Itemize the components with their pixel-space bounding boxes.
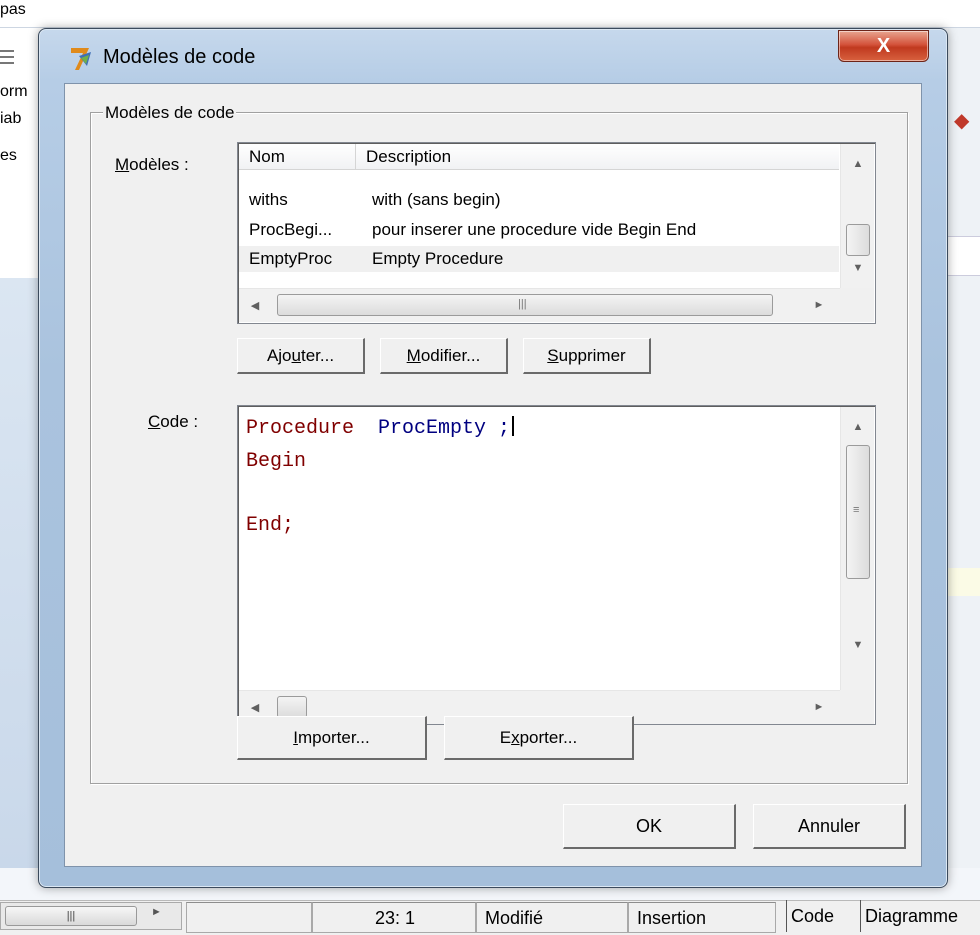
scroll-corner xyxy=(840,690,874,724)
column-header-description[interactable]: Description xyxy=(356,144,839,170)
status-cell-empty xyxy=(186,902,312,933)
ide-left-item[interactable]: es xyxy=(0,147,17,165)
list-vertical-scrollbar[interactable]: ▲ ▼ xyxy=(840,144,874,288)
export-button[interactable]: Exporter... xyxy=(444,716,634,760)
ide-left-item[interactable]: orm xyxy=(0,83,28,101)
dialog-title: Modèles de code xyxy=(103,46,256,68)
ok-button[interactable]: OK xyxy=(563,804,736,849)
ide-right-panel xyxy=(948,28,980,868)
app-logo-icon xyxy=(71,48,91,70)
toolbar-icon[interactable]: ◆ xyxy=(954,108,969,133)
tab-diagram[interactable]: Diagramme xyxy=(860,900,962,932)
modify-button[interactable]: Modifier... xyxy=(380,338,508,374)
item-description: with (sans begin) xyxy=(372,190,501,209)
close-icon: X xyxy=(876,35,891,57)
ide-right-highlight xyxy=(948,568,980,596)
ide-right-field xyxy=(948,236,980,276)
add-button[interactable]: Ajouter... xyxy=(237,338,365,374)
code-label: Code : xyxy=(148,412,199,431)
list-horizontal-scrollbar[interactable]: ◀ ||| ► xyxy=(239,288,840,322)
scroll-right-arrow-icon[interactable]: ► xyxy=(809,299,829,311)
scroll-thumb[interactable] xyxy=(277,696,307,718)
scroll-right-arrow-icon[interactable]: ► xyxy=(151,906,162,918)
scroll-down-arrow-icon[interactable]: ▼ xyxy=(848,639,868,651)
list-item-selected[interactable]: EmptyProc Empty Procedure xyxy=(239,246,839,272)
list-item[interactable]: withs with (sans begin) xyxy=(239,190,839,210)
code-vertical-scrollbar[interactable]: ▲ ≡ ▼ xyxy=(840,407,874,690)
models-label: Modèles : xyxy=(115,155,189,174)
code-line: End; xyxy=(246,514,295,537)
column-header-name[interactable]: Nom xyxy=(239,144,356,170)
item-name: ProcBegi... xyxy=(249,220,333,239)
scroll-thumb[interactable]: ||| xyxy=(5,906,137,926)
scroll-left-arrow-icon[interactable]: ◀ xyxy=(245,299,265,312)
menu-icon[interactable] xyxy=(0,50,14,64)
templates-list[interactable]: Nom Description withs with (sans begin) … xyxy=(237,142,876,324)
item-description: pour inserer une procedure vide Begin En… xyxy=(372,220,697,239)
close-button[interactable]: X xyxy=(838,30,929,62)
scroll-corner xyxy=(840,288,874,322)
scroll-left-arrow-icon[interactable]: ◀ xyxy=(245,701,265,714)
list-item[interactable]: ProcBegi... pour inserer une procedure v… xyxy=(239,220,839,240)
ide-top-text: pas xyxy=(0,1,26,18)
tab-code[interactable]: Code xyxy=(786,900,838,932)
scroll-up-arrow-icon[interactable]: ▲ xyxy=(848,421,868,433)
cancel-button[interactable]: Annuler xyxy=(753,804,906,849)
scroll-thumb[interactable]: ||| xyxy=(277,294,773,316)
list-header: Nom Description xyxy=(239,144,839,170)
code-line: Procedure ProcEmpty ; xyxy=(246,416,515,441)
import-button[interactable]: Importer... xyxy=(237,716,427,760)
item-description: Empty Procedure xyxy=(372,249,504,268)
scroll-down-arrow-icon[interactable]: ▼ xyxy=(848,262,868,274)
scroll-thumb[interactable] xyxy=(846,224,870,256)
status-insert-mode: Insertion xyxy=(628,902,776,933)
status-modified: Modifié xyxy=(476,902,628,933)
scroll-up-arrow-icon[interactable]: ▲ xyxy=(848,158,868,170)
ide-top-strip: pas xyxy=(0,0,980,28)
code-line: Begin xyxy=(246,450,307,473)
status-scrollbar[interactable]: ||| ► xyxy=(0,902,182,930)
item-name: EmptyProc xyxy=(249,249,333,268)
delete-button[interactable]: Supprimer xyxy=(523,338,651,374)
code-editor[interactable]: Procedure ProcEmpty ; Begin End; ▲ ≡ ▼ ◀… xyxy=(237,405,876,725)
groupbox-label: Modèles de code xyxy=(103,103,237,122)
ide-left-item[interactable]: iab xyxy=(0,110,21,128)
item-name: withs xyxy=(249,190,288,209)
status-cursor-position: 23: 1 xyxy=(312,902,476,933)
text-caret xyxy=(512,416,515,436)
scroll-right-arrow-icon[interactable]: ► xyxy=(809,701,829,713)
scroll-thumb[interactable]: ≡ xyxy=(846,445,870,579)
